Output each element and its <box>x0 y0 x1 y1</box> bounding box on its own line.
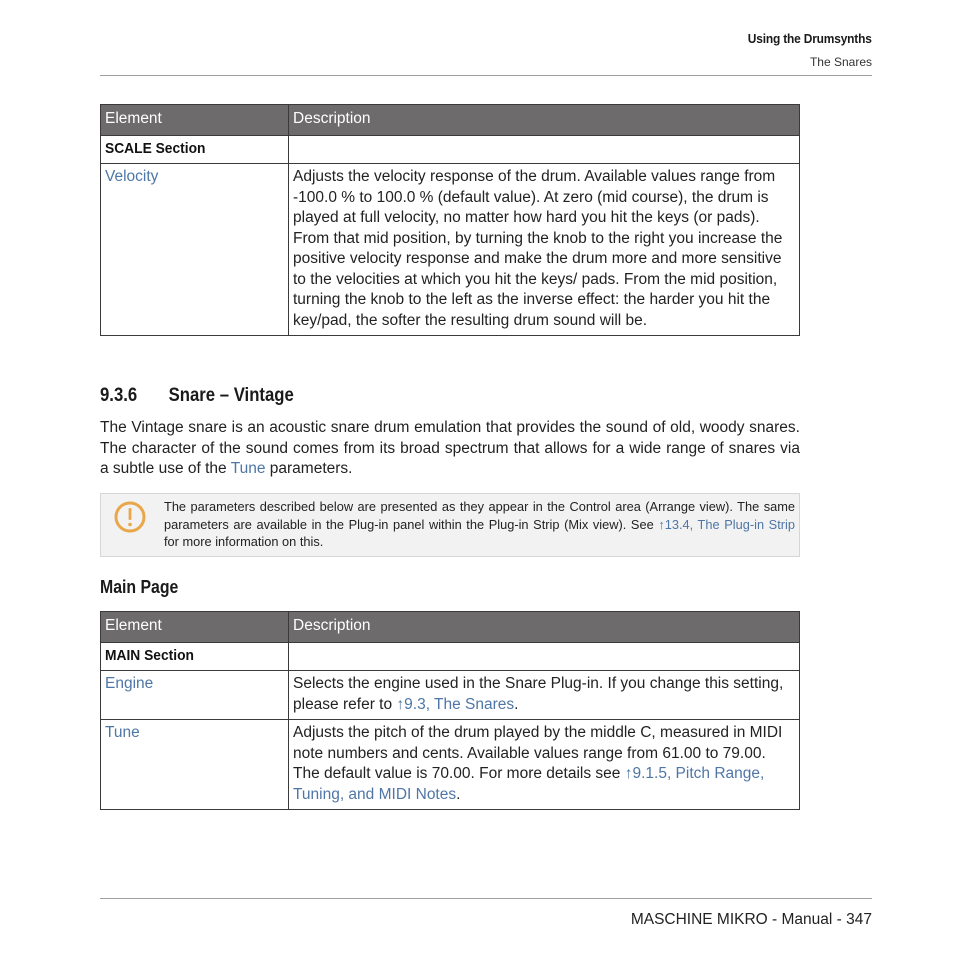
running-header-section: The Snares <box>809 55 872 69</box>
empty-cell <box>288 641 800 671</box>
the-snares-link[interactable]: ↑9.3, The Snares <box>396 696 514 713</box>
section-row: MAIN Section <box>100 641 800 671</box>
column-header-description: Description <box>288 611 800 643</box>
header-divider <box>100 75 872 76</box>
section-label: SCALE Section <box>105 139 206 157</box>
section-title: Snare – Vintage <box>168 385 294 406</box>
scale-parameters-table: Element Description SCALE Section Veloci… <box>100 104 800 336</box>
table-row: Velocity Adjusts the velocity response o… <box>100 163 800 336</box>
table-header-row: Element Description <box>100 611 800 643</box>
element-cell: Tune <box>100 719 289 810</box>
description-cell: Adjusts the pitch of the drum played by … <box>288 719 800 810</box>
plugin-strip-link[interactable]: ↑13.4, The Plug-in Strip <box>658 517 795 532</box>
page-footer: MASCHINE MIKRO - Manual - 347 <box>630 911 872 928</box>
description-cell: Selects the engine used in the Snare Plu… <box>288 670 800 720</box>
table-header-row: Element Description <box>100 104 800 136</box>
subsection-heading: Main Page <box>100 577 179 597</box>
velocity-link[interactable]: Velocity <box>105 168 158 185</box>
warning-circle-icon <box>114 501 146 533</box>
section-row: SCALE Section <box>100 134 800 164</box>
description-text-end: . <box>456 785 461 803</box>
engine-link[interactable]: Engine <box>105 675 153 692</box>
section-label: MAIN Section <box>105 646 194 664</box>
section-label-cell: SCALE Section <box>100 134 289 164</box>
tune-element-link[interactable]: Tune <box>105 724 140 741</box>
tune-link[interactable]: Tune <box>231 460 266 477</box>
table-row: Engine Selects the engine used in the Sn… <box>100 670 800 720</box>
note-text-end: for more information on this. <box>164 534 324 549</box>
main-parameters-table: Element Description MAIN Section Engine … <box>100 611 800 810</box>
element-cell: Velocity <box>100 163 289 336</box>
note-box: The parameters described below are prese… <box>100 493 800 557</box>
intro-paragraph: The Vintage snare is an acoustic snare d… <box>100 418 800 480</box>
column-header-element: Element <box>100 611 289 643</box>
footer-divider <box>100 898 872 899</box>
running-header-chapter: Using the Drumsynths <box>748 31 872 46</box>
description-cell: Adjusts the velocity response of the dru… <box>288 163 800 336</box>
element-cell: Engine <box>100 670 289 720</box>
section-number: 9.3.6 <box>100 385 138 406</box>
description-text: Selects the engine used in the Snare Plu… <box>293 675 784 713</box>
description-text-end: . <box>514 695 519 713</box>
empty-cell <box>288 134 800 164</box>
note-text: The parameters described below are prese… <box>164 498 795 551</box>
section-heading: 9.3.6 Snare – Vintage <box>100 385 294 407</box>
column-header-element: Element <box>100 104 289 136</box>
intro-text-end: parameters. <box>265 460 353 477</box>
intro-text: The Vintage snare is an acoustic snare d… <box>100 419 800 477</box>
table-row: Tune Adjusts the pitch of the drum playe… <box>100 719 800 810</box>
column-header-description: Description <box>288 104 800 136</box>
section-label-cell: MAIN Section <box>100 641 289 671</box>
